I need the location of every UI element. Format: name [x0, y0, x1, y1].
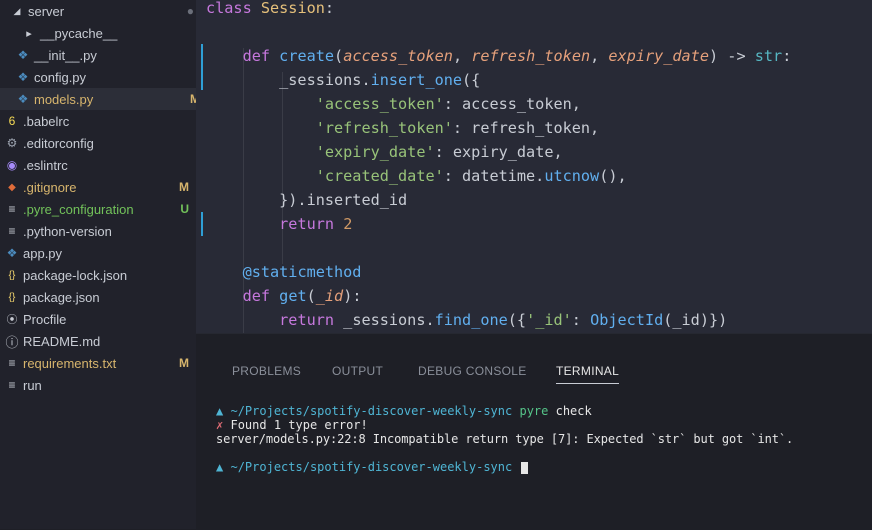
file-gitignore[interactable]: ◆ .gitignore M	[0, 176, 201, 198]
eslint-icon: ◉	[6, 158, 18, 172]
file-babelrc[interactable]: 6 .babelrc	[0, 110, 201, 132]
explorer-item-label: __init__.py	[34, 47, 97, 63]
folder-pycache[interactable]: ▸ __pycache__	[0, 22, 218, 44]
explorer-item-label: __pycache__	[40, 25, 118, 41]
file-eslintrc[interactable]: ◉ .eslintrc	[0, 154, 201, 176]
text-file-icon: ≡	[8, 224, 16, 238]
code-line[interactable]: _sessions.insert_one({	[206, 68, 480, 92]
explorer-item-label: .pyre_configuration	[23, 201, 134, 217]
git-modified-marker	[201, 212, 203, 236]
prompt-path: ~/Projects/spotify-discover-weekly-sync	[230, 460, 513, 474]
file-pyre-configuration[interactable]: ≡ .pyre_configuration U	[0, 198, 201, 220]
code-line[interactable]: class Session:	[206, 0, 334, 20]
code-line[interactable]: 'access_token': access_token,	[206, 92, 581, 116]
info-icon: ⓘ	[5, 334, 19, 350]
git-status-badge: M	[179, 180, 189, 194]
explorer-item-label: .babelrc	[23, 113, 70, 129]
json-icon: {}	[8, 269, 16, 281]
file-python-version[interactable]: ≡ .python-version	[0, 220, 201, 242]
code-line[interactable]: return 2	[206, 212, 352, 236]
json-icon: {}	[8, 291, 16, 303]
file-editorconfig[interactable]: ⚙ .editorconfig	[0, 132, 201, 154]
explorer-item-label: Procfile	[23, 311, 67, 327]
bottom-panel: PROBLEMS OUTPUT DEBUG CONSOLE TERMINAL ▲…	[196, 333, 872, 530]
code-line[interactable]: }).inserted_id	[206, 188, 407, 212]
git-status-badge: ●	[186, 4, 194, 18]
code-line[interactable]: 'expiry_date': expiry_date,	[206, 140, 563, 164]
file-package-json[interactable]: {} package.json	[0, 286, 201, 308]
git-icon: ◆	[8, 181, 16, 193]
explorer-item-label: .python-version	[23, 223, 112, 239]
tab-output[interactable]: OUTPUT	[332, 364, 383, 378]
code-line[interactable]: @staticmethod	[206, 260, 362, 284]
python-file-icon: ❖	[17, 92, 29, 106]
terminal-line-prompt: ▲ ~/Projects/spotify-discover-weekly-syn…	[216, 460, 529, 474]
code-line[interactable]: 'refresh_token': refresh_token,	[206, 116, 599, 140]
code-line[interactable]: 'created_date': datetime.utcnow(),	[206, 164, 627, 188]
text-file-icon: ≡	[8, 202, 16, 216]
babel-icon: 6	[8, 114, 16, 128]
explorer-item-label: .gitignore	[23, 179, 77, 195]
error-summary: Found 1 type error!	[230, 418, 368, 432]
explorer-item-label: requirements.txt	[23, 355, 117, 371]
terminal-line-error-detail: server/models.py:22:8 Incompatible retur…	[216, 432, 794, 446]
file-config-py[interactable]: ❖ config.py	[0, 66, 212, 88]
command-arg: check	[555, 404, 592, 418]
tab-problems[interactable]: PROBLEMS	[232, 364, 301, 378]
tab-debug-console[interactable]: DEBUG CONSOLE	[418, 364, 527, 378]
folder-server[interactable]: ◢ server ●	[0, 0, 206, 22]
gear-icon: ⚙	[6, 136, 18, 150]
explorer-item-label: app.py	[23, 245, 63, 261]
terminal-line-error-summary: ✗ Found 1 type error!	[216, 418, 368, 432]
python-file-icon: ❖	[17, 70, 29, 84]
file-package-lock-json[interactable]: {} package-lock.json	[0, 264, 201, 286]
explorer-item-label: server	[28, 3, 65, 19]
file-run[interactable]: ≡ run	[0, 374, 201, 396]
code-line[interactable]: def get(_id):	[206, 284, 362, 308]
prompt-symbol: ▲	[216, 404, 224, 418]
git-status-badge: U	[180, 202, 189, 216]
python-file-icon: ❖	[17, 48, 29, 62]
command-name: pyre	[519, 404, 549, 418]
git-status-badge: M	[179, 356, 189, 370]
file-app-py[interactable]: ❖ app.py	[0, 242, 201, 264]
explorer-item-label: run	[23, 377, 42, 393]
chevron-right-icon: ▸	[26, 27, 32, 40]
code-line[interactable]: def create(access_token, refresh_token, …	[206, 44, 792, 68]
terminal-line-command: ▲ ~/Projects/spotify-discover-weekly-syn…	[216, 404, 592, 418]
file-procfile[interactable]: ⦿ Procfile	[0, 308, 201, 330]
explorer-item-label: .eslintrc	[23, 157, 68, 173]
file-init-py[interactable]: ❖ __init__.py	[0, 44, 212, 66]
explorer-item-label: models.py	[34, 91, 94, 107]
prompt-symbol: ▲	[216, 460, 224, 474]
code-line[interactable]: return _sessions.find_one({'_id': Object…	[206, 308, 727, 332]
explorer-item-label: README.md	[23, 333, 101, 349]
file-readme-md[interactable]: ⓘ README.md	[0, 330, 201, 352]
explorer-item-label: package-lock.json	[23, 267, 128, 283]
git-modified-marker	[201, 44, 203, 90]
explorer-item-label: config.py	[34, 69, 87, 85]
file-explorer: ◢ server ● ▸ __pycache__ ❖ __init__.py ❖ config.…	[0, 0, 212, 529]
explorer-item-label: package.json	[23, 289, 100, 305]
explorer-item-label: .editorconfig	[23, 135, 94, 151]
code-editor[interactable]: class Session: def create(access_token, …	[196, 0, 872, 333]
chevron-down-icon: ◢	[13, 5, 21, 16]
file-models-py[interactable]: ❖ models.py M	[0, 88, 212, 110]
text-file-icon: ≡	[8, 356, 16, 370]
procfile-icon: ⦿	[6, 314, 18, 326]
python-file-icon: ❖	[6, 246, 18, 260]
text-file-icon: ≡	[8, 378, 16, 392]
tab-terminal[interactable]: TERMINAL	[556, 364, 620, 384]
error-mark: ✗	[216, 418, 224, 432]
file-requirements-txt[interactable]: ≡ requirements.txt M	[0, 352, 201, 374]
prompt-path: ~/Projects/spotify-discover-weekly-sync	[230, 404, 513, 418]
terminal-cursor	[521, 461, 529, 474]
